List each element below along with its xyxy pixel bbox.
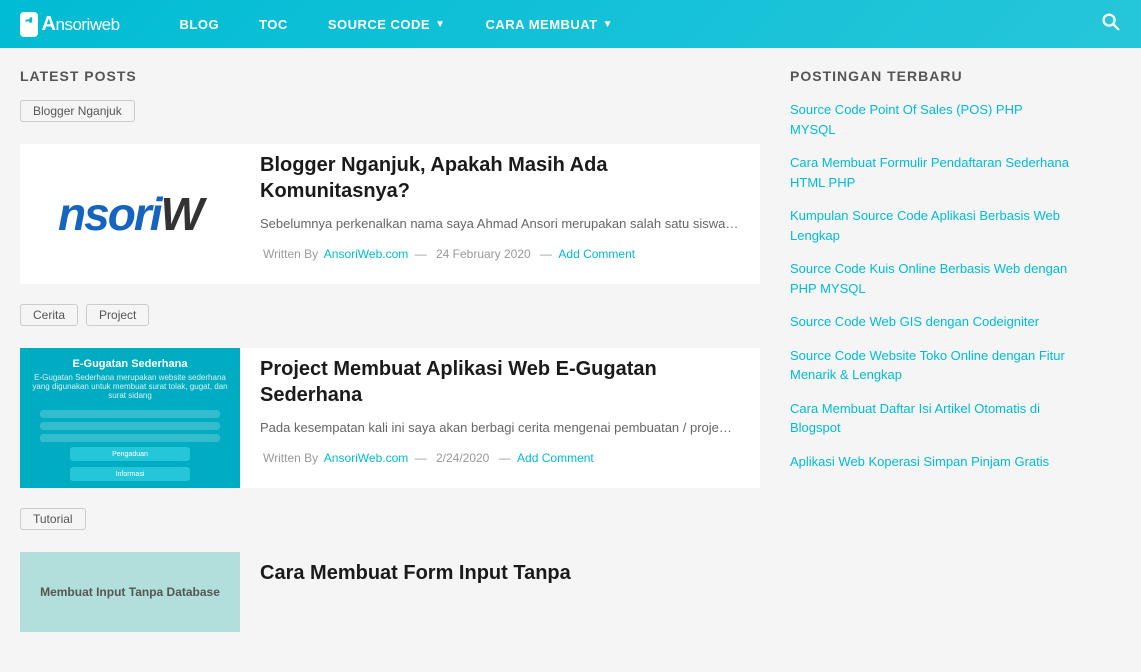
post-card-2: E-Gugatan Sederhana E-Gugatan Sederhana … (20, 348, 760, 488)
egug-subtitle: E-Gugatan Sederhana merupakan website se… (30, 373, 230, 400)
post-date-1: 24 February 2020 (436, 247, 531, 261)
egug-title: E-Gugatan Sederhana (73, 358, 188, 370)
post-section-3: Tutorial Membuat Input Tanpa Database Ca… (20, 508, 760, 632)
post-excerpt-1: Sebelumnya perkenalkan nama saya Ahmad A… (260, 214, 760, 235)
tag-tutorial[interactable]: Tutorial (20, 508, 86, 530)
post-content-2: Project Membuat Aplikasi Web E-Gugatan S… (260, 348, 760, 488)
egug-btn-1: Pengaduan (70, 447, 190, 461)
egug-box-1 (40, 410, 220, 418)
main-container: LATEST POSTS Blogger Nganjuk nsoriW Blog… (0, 48, 1141, 672)
egug-box-3 (40, 434, 220, 442)
egug-btn-text-1: Pengaduan (112, 451, 148, 458)
post-title-2[interactable]: Project Membuat Aplikasi Web E-Gugatan S… (260, 356, 760, 408)
sidebar-link-3[interactable]: Source Code Kuis Online Berbasis Web den… (790, 259, 1070, 298)
latest-posts-title: LATEST POSTS (20, 68, 760, 84)
post-author-1[interactable]: AnsoriWeb.com (324, 247, 408, 261)
nav-item-cara-membuat[interactable]: CARA MEMBUAT ▼ (466, 0, 634, 48)
nav-toc-label: TOC (259, 17, 288, 32)
nav-source-label: SOURCE CODE (328, 17, 430, 32)
logo-icon: 𝀀 (20, 12, 38, 37)
post-title-3[interactable]: Cara Membuat Form Input Tanpa (260, 560, 760, 586)
sidebar-link-2[interactable]: Kumpulan Source Code Aplikasi Berbasis W… (790, 206, 1070, 245)
post-meta-2: Written By AnsoriWeb.com — 2/24/2020 — A… (260, 451, 760, 465)
header: 𝀀 Ansoriweb BLOG TOC SOURCE CODE ▼ CARA … (0, 0, 1141, 48)
post-author-2[interactable]: AnsoriWeb.com (324, 451, 408, 465)
main-nav: BLOG TOC SOURCE CODE ▼ CARA MEMBUAT ▼ (160, 0, 1099, 48)
nav-item-blog[interactable]: BLOG (160, 0, 240, 48)
sidebar-link-0[interactable]: Source Code Point Of Sales (POS) PHP MYS… (790, 100, 1070, 139)
nav-cara-label: CARA MEMBUAT (486, 17, 598, 32)
cara-membuat-dropdown-icon: ▼ (603, 19, 613, 30)
tag-project[interactable]: Project (86, 304, 149, 326)
post-section-1: Blogger Nganjuk nsoriW Blogger Nganjuk, … (20, 100, 760, 284)
tutorial-thumb-text: Membuat Input Tanpa Database (30, 575, 230, 609)
egug-btn-text-2: Informasi (116, 471, 145, 478)
tags-row-1: Blogger Nganjuk (20, 100, 760, 134)
post-content-3: Cara Membuat Form Input Tanpa (260, 552, 760, 632)
search-button[interactable] (1099, 10, 1121, 38)
sidebar-link-1[interactable]: Cara Membuat Formulir Pendaftaran Sederh… (790, 153, 1070, 192)
sidebar-title: POSTINGAN TERBARU (790, 68, 1070, 84)
sidebar-link-5[interactable]: Source Code Website Toko Online dengan F… (790, 346, 1070, 385)
post-card-3: Membuat Input Tanpa Database Cara Membua… (20, 552, 760, 632)
post-section-2: Cerita Project E-Gugatan Sederhana E-Gug… (20, 304, 760, 488)
nav-blog-label: BLOG (180, 17, 220, 32)
add-comment-2[interactable]: Add Comment (517, 451, 594, 465)
nav-item-source-code[interactable]: SOURCE CODE ▼ (308, 0, 466, 48)
sidebar-link-7[interactable]: Aplikasi Web Koperasi Simpan Pinjam Grat… (790, 452, 1070, 472)
blogger-thumb-text: nsoriW (58, 187, 202, 241)
post-thumbnail-2: E-Gugatan Sederhana E-Gugatan Sederhana … (20, 348, 240, 488)
source-code-dropdown-icon: ▼ (435, 19, 445, 30)
dash-2: — (540, 247, 555, 261)
content-left: LATEST POSTS Blogger Nganjuk nsoriW Blog… (20, 68, 760, 652)
add-comment-1[interactable]: Add Comment (558, 247, 635, 261)
tags-row-3: Tutorial (20, 508, 760, 542)
dash-4: — (499, 451, 514, 465)
written-by-2: Written By (263, 451, 318, 465)
post-title-1[interactable]: Blogger Nganjuk, Apakah Masih Ada Komuni… (260, 152, 760, 204)
post-excerpt-2: Pada kesempatan kali ini saya akan berba… (260, 418, 760, 439)
dash-3: — (415, 451, 430, 465)
post-thumbnail-1: nsoriW (20, 144, 240, 284)
egug-btn-2: Informasi (70, 467, 190, 481)
tag-cerita[interactable]: Cerita (20, 304, 78, 326)
logo[interactable]: 𝀀 Ansoriweb (20, 12, 120, 37)
sidebar-link-6[interactable]: Cara Membuat Daftar Isi Artikel Otomatis… (790, 399, 1070, 438)
egug-box-2 (40, 422, 220, 430)
post-meta-1: Written By AnsoriWeb.com — 24 February 2… (260, 247, 760, 261)
tags-row-2: Cerita Project (20, 304, 760, 338)
post-card-1: nsoriW Blogger Nganjuk, Apakah Masih Ada… (20, 144, 760, 284)
written-by-1: Written By (263, 247, 318, 261)
sidebar: POSTINGAN TERBARU Source Code Point Of S… (790, 68, 1070, 652)
logo-text: Ansoriweb (42, 13, 120, 36)
sidebar-link-4[interactable]: Source Code Web GIS dengan Codeigniter (790, 312, 1070, 332)
post-thumbnail-3: Membuat Input Tanpa Database (20, 552, 240, 632)
post-content-1: Blogger Nganjuk, Apakah Masih Ada Komuni… (260, 144, 760, 284)
tag-blogger-nganjuk[interactable]: Blogger Nganjuk (20, 100, 135, 122)
post-date-2: 2/24/2020 (436, 451, 489, 465)
dash-1: — (415, 247, 430, 261)
nav-item-toc[interactable]: TOC (239, 0, 308, 48)
